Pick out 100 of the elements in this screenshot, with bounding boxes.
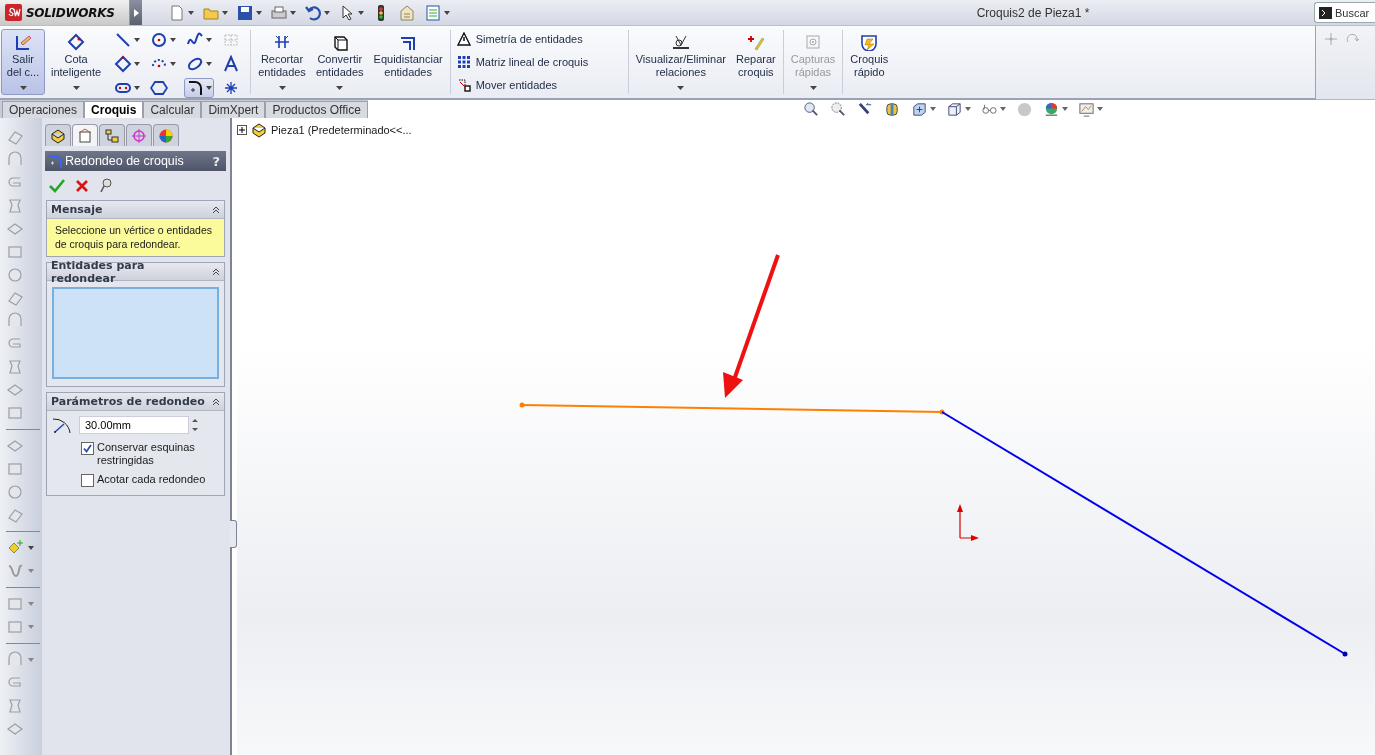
checkbox[interactable] [81, 442, 94, 455]
tab[interactable]: DimXpert [201, 101, 266, 118]
caret-icon [677, 86, 685, 90]
section-title: Parámetros de redondeo [51, 395, 205, 408]
undo-icon [304, 3, 322, 22]
panel-tab[interactable] [72, 124, 98, 146]
feature-button[interactable] [6, 697, 24, 715]
section-view-icon [883, 100, 901, 118]
caret-icon [28, 625, 34, 629]
feature-icon [6, 618, 24, 636]
collapse-chevron-icon[interactable] [212, 397, 220, 406]
terminal-icon [1319, 6, 1332, 19]
collapse-chevron-icon[interactable] [212, 205, 220, 214]
feature-button[interactable] [6, 266, 24, 284]
caret-icon [278, 86, 286, 90]
ribbon-list-item[interactable]: Simetría de entidades [456, 32, 622, 47]
caret-icon [1061, 107, 1068, 111]
pushpin-icon[interactable] [99, 178, 113, 193]
caret-icon [964, 107, 971, 111]
tab[interactable]: Productos Office [265, 101, 368, 118]
tab[interactable]: Croquis [84, 101, 144, 118]
caret-icon [929, 107, 936, 111]
app-logo: SOLIDWORKS [0, 0, 130, 25]
save-icon [236, 3, 254, 22]
radius-arc-icon [51, 415, 73, 435]
feature-button[interactable] [6, 197, 24, 215]
cancel-x-icon[interactable] [75, 178, 89, 193]
property-icon [77, 127, 93, 144]
feature-icon [6, 358, 24, 376]
feature-icon [6, 197, 24, 215]
caret-icon [188, 10, 194, 15]
caret-icon [19, 86, 27, 90]
tab[interactable]: Operaciones [2, 101, 85, 118]
curve-icon [6, 562, 24, 580]
caret-icon [28, 658, 34, 662]
view-orientation-icon [910, 100, 928, 118]
checkbox[interactable] [81, 474, 94, 487]
caret-icon [206, 38, 213, 42]
feature-button[interactable] [6, 595, 34, 613]
grid-icon [222, 31, 241, 49]
ribbon-button[interactable]: Visualizar/Eliminar relaciones [631, 29, 730, 95]
panel-tab[interactable] [45, 124, 71, 146]
collapse-chevron-icon[interactable] [212, 267, 220, 276]
sketch-pencil-icon [13, 33, 33, 51]
ribbon-list-item[interactable]: Mover entidades [456, 77, 622, 92]
caret-icon [256, 10, 262, 15]
ribbon-button[interactable]: Salir del c... [1, 29, 45, 95]
sketch-line[interactable] [519, 402, 945, 415]
trim-icon [272, 33, 292, 51]
checkbox-option[interactable]: Acotar cada redondeo [51, 473, 220, 487]
fillet-icon [186, 79, 205, 97]
radius-input[interactable]: 30.00mm [79, 416, 189, 434]
panel-title: Redondeo de croquis [65, 154, 185, 168]
scene-icon [1077, 100, 1095, 118]
checkbox-option[interactable]: Conservar esquinas restringidas [51, 441, 220, 467]
ribbon-button[interactable]: Croquis rápido [846, 29, 893, 95]
sketch-tool-button[interactable] [184, 78, 215, 98]
curve-button[interactable] [6, 562, 34, 580]
window-title: Croquis2 de Pieza1 * [975, 5, 1091, 20]
help-button[interactable]: ? [212, 153, 220, 169]
polygon-icon [150, 79, 169, 97]
zoom-fit-icon [802, 100, 820, 118]
ribbon-button[interactable]: Reparar croquis [731, 29, 780, 95]
caret-icon [72, 86, 80, 90]
display-pie-icon [158, 127, 174, 144]
origin-marker [957, 504, 979, 541]
search-field[interactable]: Buscar [1314, 2, 1375, 23]
text-a-icon [222, 55, 241, 73]
circle-icon [150, 31, 169, 49]
caret-icon [134, 62, 141, 66]
pencil-plus-icon [745, 33, 766, 51]
panel-tab[interactable] [99, 124, 125, 146]
tab[interactable]: Calcular [143, 101, 202, 118]
caret-icon [809, 86, 817, 90]
panel-collapse-handle[interactable] [230, 520, 237, 548]
caret-icon [999, 107, 1006, 111]
dimension-icon [66, 33, 87, 51]
ribbon-list-item[interactable]: Matriz lineal de croquis [456, 55, 622, 69]
feature-icon [6, 266, 24, 284]
section-title: Mensaje [51, 203, 103, 216]
feature-button[interactable] [6, 618, 34, 636]
caret-icon [1096, 107, 1103, 111]
feature-icon [6, 483, 24, 501]
ribbon-button[interactable]: Recortar entidades [254, 29, 310, 95]
sketch-tool-button[interactable] [112, 54, 143, 74]
ribbon-button[interactable]: Convertir entidades [311, 29, 368, 95]
feature-icon [6, 243, 24, 261]
expand-plus-icon[interactable] [237, 125, 247, 135]
panel-tab[interactable] [153, 124, 179, 146]
feature-icon [6, 697, 24, 715]
warning-triangle-icon [456, 32, 471, 47]
caret-icon [222, 10, 228, 15]
ok-checkmark-icon[interactable] [49, 178, 65, 193]
logo-mark-icon [5, 4, 22, 21]
ribbon-button[interactable]: Cota inteligente [47, 29, 106, 95]
ribbon-button[interactable]: Equidistanciar entidades [369, 29, 447, 95]
tree-item[interactable]: Pieza1 (Predeterminado<<... [271, 124, 412, 136]
caret-icon [444, 10, 450, 15]
feature-button[interactable] [6, 483, 24, 501]
feature-button[interactable] [6, 358, 24, 376]
